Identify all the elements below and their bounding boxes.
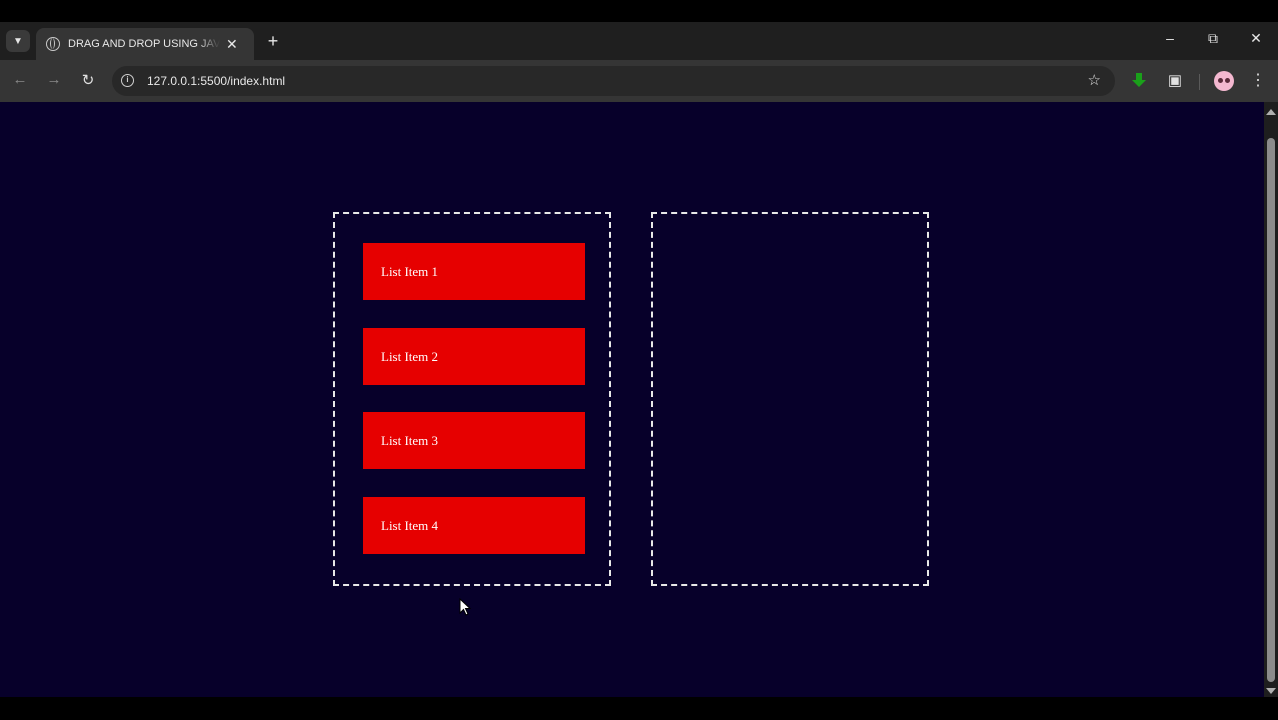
arrow-right-icon[interactable]: → (44, 71, 64, 88)
right-drop-zone[interactable] (651, 212, 929, 586)
screen-top-letterbox (0, 0, 1278, 22)
chevron-down-icon: ▼ (13, 35, 23, 47)
list-item[interactable]: List Item 1 (363, 243, 585, 300)
puzzle-icon[interactable]: ▣ (1165, 71, 1185, 89)
avatar[interactable] (1214, 71, 1234, 91)
restore-icon[interactable]: ⧉ (1198, 30, 1228, 47)
globe-icon (46, 37, 60, 51)
tab-active[interactable]: DRAG AND DROP USING JAVASCRIPT ✕ (36, 28, 254, 60)
arrow-left-icon[interactable]: ← (10, 71, 30, 88)
left-drop-zone[interactable]: List Item 1 List Item 2 List Item 3 List… (333, 212, 611, 586)
vertical-scrollbar[interactable] (1264, 102, 1278, 697)
scroll-thumb[interactable] (1267, 138, 1275, 682)
page-viewport: List Item 1 List Item 2 List Item 3 List… (0, 102, 1264, 697)
kebab-menu-icon[interactable]: ⋮ (1250, 70, 1266, 90)
screen-bottom-letterbox (0, 697, 1278, 720)
list-item[interactable]: List Item 4 (363, 497, 585, 554)
tab-title: DRAG AND DROP USING JAVASCRIPT (68, 38, 220, 50)
reload-icon[interactable]: ↻ (78, 71, 98, 89)
tab-search-button[interactable]: ▼ (6, 30, 30, 52)
close-icon[interactable]: ✕ (226, 36, 238, 53)
list-item[interactable]: List Item 3 (363, 412, 585, 469)
minimize-icon[interactable]: – (1155, 30, 1185, 46)
window-close-icon[interactable]: ✕ (1241, 30, 1271, 47)
browser-toolbar: ← → ↻ i 127.0.0.1:5500/index.html ☆ ▣ ⋮ (0, 60, 1278, 102)
scroll-up-arrow-icon[interactable] (1266, 109, 1276, 115)
scroll-down-arrow-icon[interactable] (1266, 688, 1276, 694)
url-text: 127.0.0.1:5500/index.html (147, 74, 286, 88)
address-bar[interactable]: i 127.0.0.1:5500/index.html ☆ (112, 66, 1115, 96)
star-icon[interactable]: ☆ (1088, 71, 1101, 89)
info-icon[interactable]: i (121, 74, 134, 87)
toolbar-divider (1199, 74, 1200, 90)
tab-strip: ▼ DRAG AND DROP USING JAVASCRIPT ✕ + – ⧉… (0, 22, 1278, 60)
plus-icon[interactable]: + (264, 31, 282, 52)
download-icon[interactable] (1132, 73, 1146, 89)
mouse-cursor-icon (459, 598, 472, 616)
list-item[interactable]: List Item 2 (363, 328, 585, 385)
